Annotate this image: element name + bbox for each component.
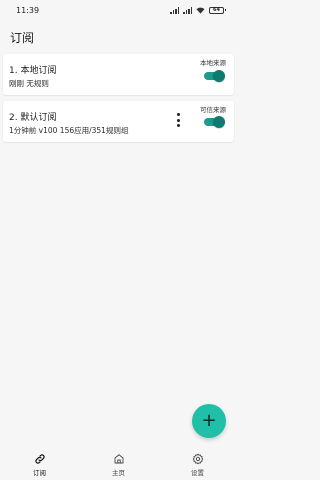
signal-icon-2 bbox=[183, 6, 192, 14]
source-badge: 本地来源 bbox=[200, 59, 226, 67]
toggle-thumb bbox=[213, 70, 225, 82]
subscription-meta: 刚刚 无规则 bbox=[9, 79, 49, 88]
enable-toggle[interactable] bbox=[204, 70, 225, 82]
nav-item-subscriptions[interactable]: 订阅 bbox=[0, 448, 79, 480]
screen: 11:39 64 订阅 1. 本地订阅 刚刚 无规则 本地来源 2. 默认订阅 … bbox=[0, 0, 237, 480]
home-icon bbox=[114, 454, 123, 464]
page-title: 订阅 bbox=[10, 30, 35, 45]
subscription-title: 2. 默认订阅 bbox=[9, 113, 57, 123]
subscription-title: 1. 本地订阅 bbox=[9, 66, 57, 76]
battery-icon: 64 bbox=[209, 6, 226, 14]
nav-item-settings[interactable]: 设置 bbox=[158, 448, 237, 480]
nav-label: 设置 bbox=[191, 469, 204, 477]
nav-item-home[interactable]: 主页 bbox=[79, 448, 158, 480]
link-icon bbox=[34, 454, 45, 464]
wifi-icon bbox=[196, 7, 205, 14]
status-time: 11:39 bbox=[16, 5, 40, 15]
source-badge: 可信来源 bbox=[200, 106, 226, 114]
nav-label: 主页 bbox=[112, 469, 125, 477]
toggle-thumb bbox=[213, 116, 225, 128]
enable-toggle[interactable] bbox=[204, 116, 225, 128]
app-bar: 订阅 bbox=[0, 20, 237, 54]
status-icons: 64 bbox=[170, 6, 226, 14]
signal-icon bbox=[170, 6, 179, 14]
subscription-card-default[interactable]: 2. 默认订阅 1分钟前 v100 156应用/351规则组 可信来源 bbox=[3, 101, 234, 142]
gear-icon bbox=[192, 453, 203, 465]
bottom-nav: 订阅 主页 设置 bbox=[0, 448, 237, 480]
more-vert-icon[interactable] bbox=[175, 113, 181, 127]
add-subscription-button[interactable]: + bbox=[192, 404, 226, 438]
nav-label: 订阅 bbox=[33, 469, 46, 477]
plus-icon: + bbox=[201, 410, 217, 431]
subscription-meta: 1分钟前 v100 156应用/351规则组 bbox=[9, 126, 129, 135]
subscription-card-local[interactable]: 1. 本地订阅 刚刚 无规则 本地来源 bbox=[3, 54, 234, 95]
status-bar: 11:39 64 bbox=[0, 0, 237, 20]
